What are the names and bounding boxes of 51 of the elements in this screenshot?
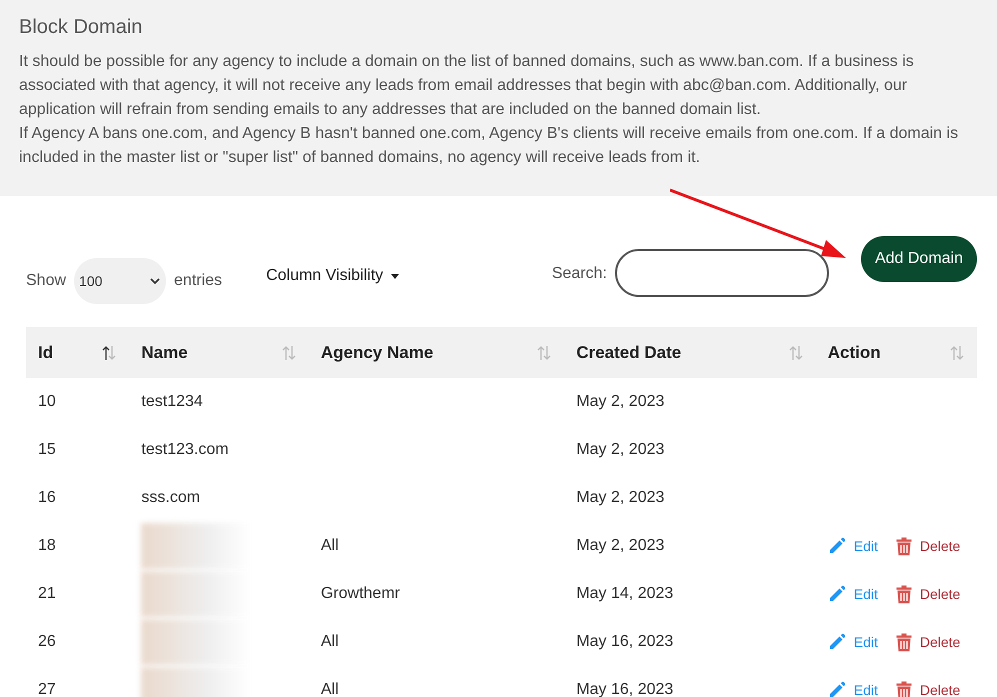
table-cell-text: May 2, 2023 xyxy=(575,536,666,556)
entries-label: entries xyxy=(174,272,222,290)
page-size-select[interactable]: 100 xyxy=(74,258,166,304)
table-cell: May 2, 2023 xyxy=(564,378,816,426)
pencil-icon xyxy=(828,633,846,651)
chevron-icon xyxy=(150,278,160,284)
column-header[interactable]: Agency Name xyxy=(308,327,564,378)
trash-icon xyxy=(896,536,912,556)
trash-icon xyxy=(896,584,912,604)
pencil-icon xyxy=(828,681,846,697)
delete-link[interactable]: Delete xyxy=(920,634,960,650)
table-cell-text: May 2, 2023 xyxy=(575,440,666,460)
table-cell: test1234 xyxy=(129,378,309,426)
table-cell-text: 16 xyxy=(37,488,57,508)
column-header[interactable]: Created Date xyxy=(564,327,816,378)
pencil-icon xyxy=(828,585,846,603)
table-cell-text: 27 xyxy=(37,680,57,697)
caret-icon xyxy=(391,274,400,278)
description-paragraph: If Agency A bans one.com, and Agency B hasn't banned one.com, Agency B's clients will receive emails from one.com. If a domain is included in the master list or "super list" of banned domains, no agency will receive leads from it. xyxy=(19,124,960,168)
table-cell-text: 21 xyxy=(37,584,57,604)
table-cell-text: 26 xyxy=(37,632,57,652)
column-header[interactable]: Action xyxy=(816,327,977,378)
table-cell: 10 xyxy=(26,378,130,426)
trash-icon xyxy=(896,632,912,652)
delete-link[interactable]: Delete xyxy=(920,586,960,602)
pencil-icon xyxy=(828,537,846,555)
table-cell-text: May 16, 2023 xyxy=(575,632,674,652)
description-paragraph: It should be possible for any agency to include a domain on the list of banned domains, such as www.ban.com. If a business is associated with that agency, it will not receive any leads from email addresses that begin with abc@ban.com. Additionally, our application will refrain from sending emails to any addresses that are included on the banned domain list. xyxy=(19,52,915,120)
table-cell-text: May 2, 2023 xyxy=(575,488,666,508)
table-cell-text: All xyxy=(320,632,340,652)
search-field[interactable] xyxy=(614,249,829,297)
table-cell-text: test123.com xyxy=(140,440,230,460)
table-cell-text: sss.com xyxy=(140,488,202,508)
add-domain-button[interactable]: Add Domain xyxy=(860,236,977,282)
show-label: Show xyxy=(26,272,66,290)
delete-link[interactable]: Delete xyxy=(920,538,960,554)
table-cell-text: 18 xyxy=(37,536,57,556)
column-header[interactable]: Name xyxy=(129,327,309,378)
table-cell-text: All xyxy=(320,680,340,697)
table-cell-text: May 14, 2023 xyxy=(575,584,674,604)
delete-link[interactable]: Delete xyxy=(920,682,960,697)
column-header[interactable]: Id xyxy=(26,327,130,378)
table-cell-text: 15 xyxy=(37,440,57,460)
table-cell-text: Growthemr xyxy=(320,584,401,604)
search-label: Search: xyxy=(552,265,607,283)
trash-icon xyxy=(896,680,912,697)
table-cell-text: All xyxy=(320,536,340,556)
column-visibility-button[interactable]: Column Visibility xyxy=(266,267,400,285)
sort-icon[interactable] xyxy=(101,344,118,360)
table-cell-text: May 16, 2023 xyxy=(575,680,674,697)
panel-title: Block Domain xyxy=(19,15,144,40)
